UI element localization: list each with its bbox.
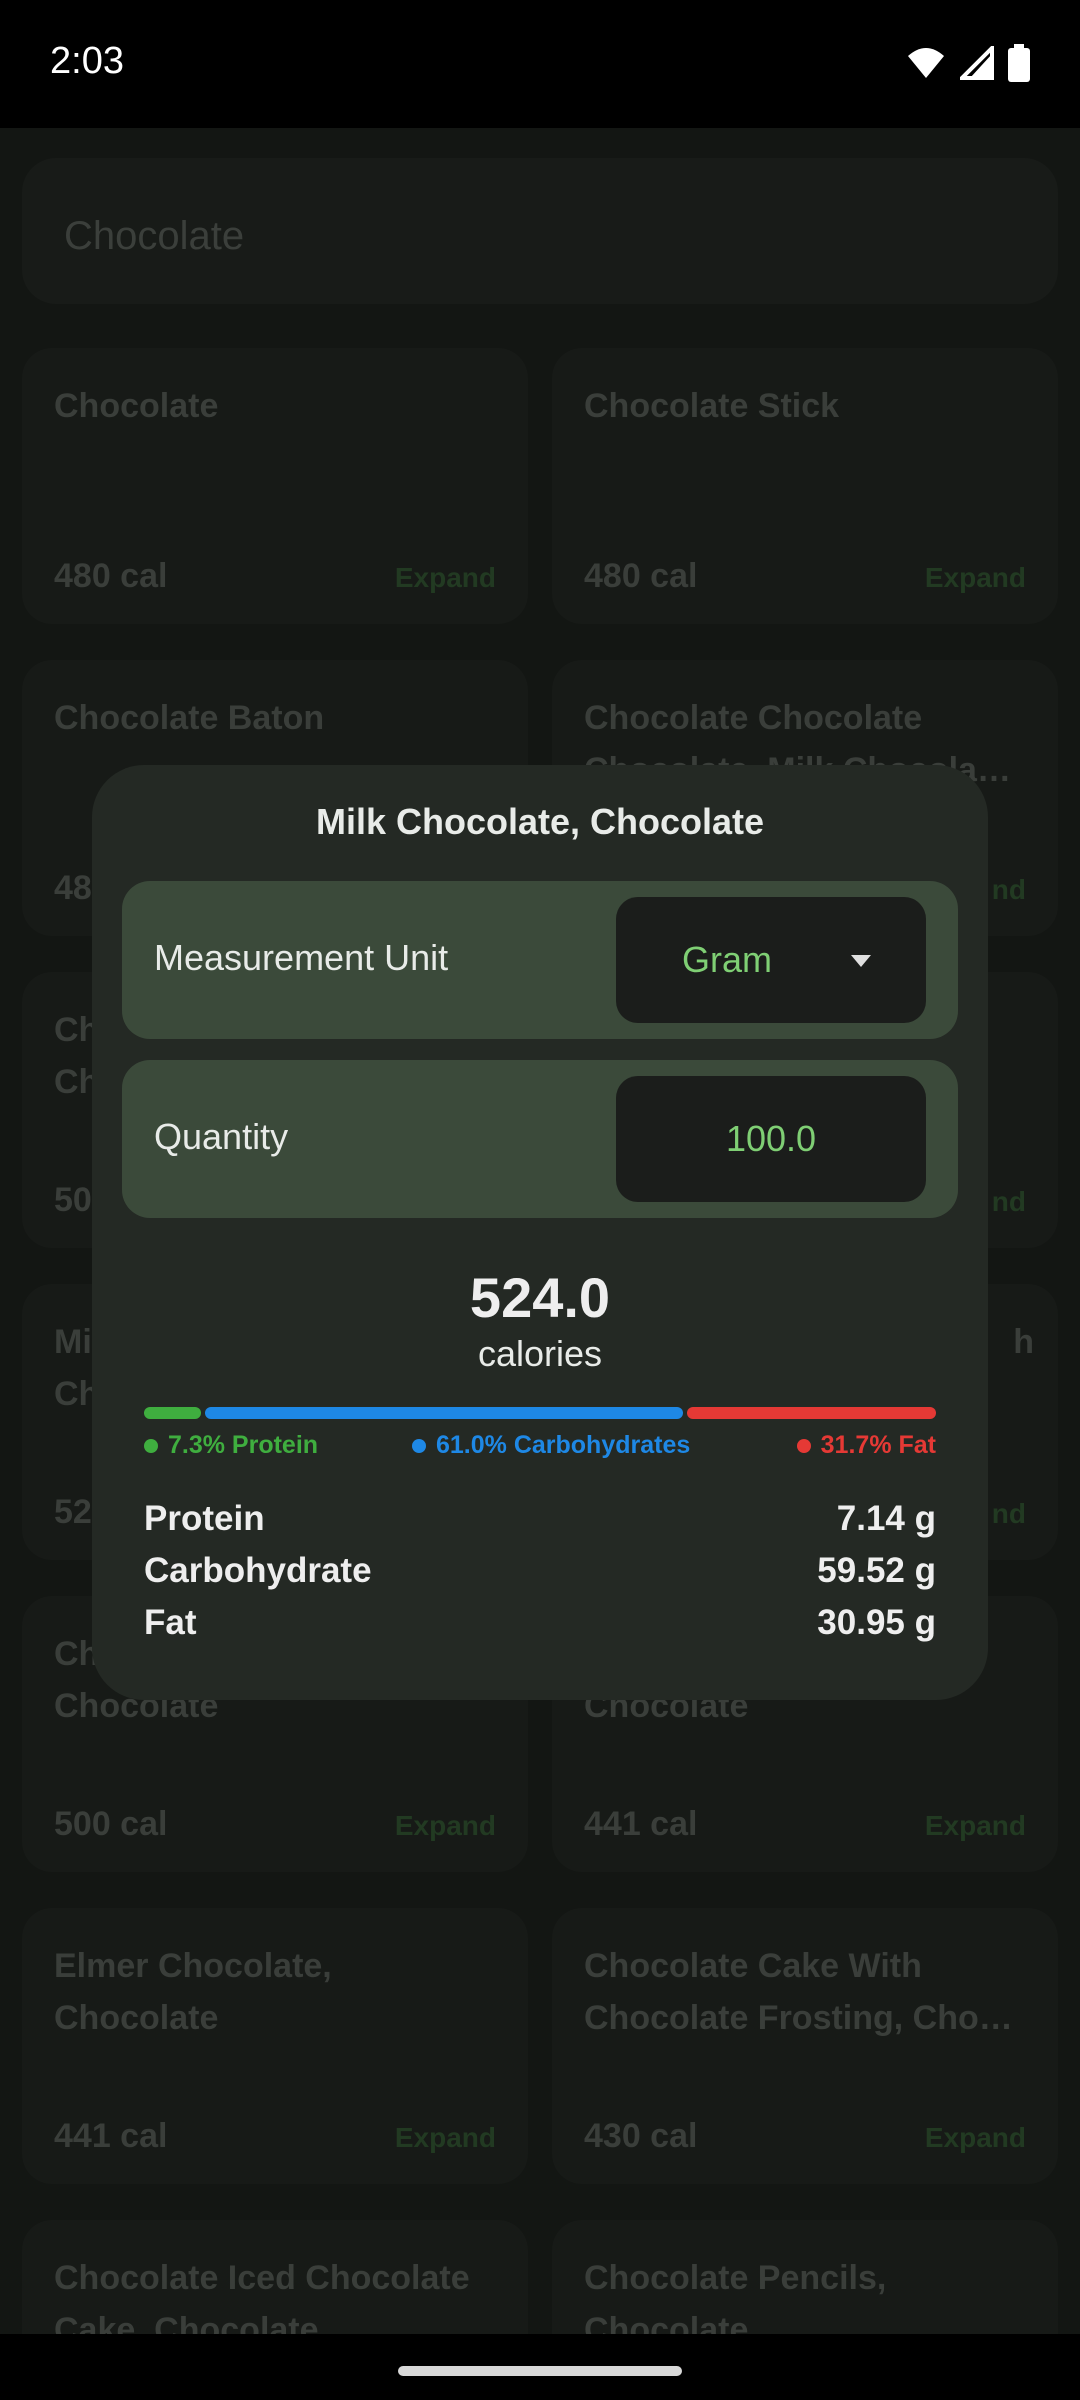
carbohydrate-dot bbox=[412, 1438, 426, 1453]
quantity-label: Quantity bbox=[154, 1116, 289, 1157]
dialog-title: Milk Chocolate, Chocolate bbox=[315, 801, 765, 842]
nutrient-value: 7.14 g bbox=[836, 1499, 936, 1538]
nutrient-value: 30.95 g bbox=[817, 1603, 936, 1642]
fat-legend: 31.7% Fat bbox=[796, 1431, 936, 1460]
nutrient-list: Protein 7.14 g Carbohydrate 59.52 g Fat … bbox=[144, 1493, 936, 1649]
food-detail-dialog: Milk Chocolate, Chocolate Measurement Un… bbox=[92, 765, 988, 1700]
protein-legend: 7.3% Protein bbox=[144, 1431, 318, 1460]
nutrient-row-protein: Protein 7.14 g bbox=[144, 1493, 936, 1545]
nutrient-row-fat: Fat 30.95 g bbox=[144, 1597, 936, 1649]
nutrient-name: Protein bbox=[144, 1499, 265, 1538]
navigation-bar bbox=[0, 2334, 1080, 2400]
measurement-unit-value: Gram bbox=[682, 939, 772, 980]
calories-value: 524.0 bbox=[469, 1266, 611, 1329]
quantity-value[interactable]: 100.0 bbox=[616, 1118, 926, 1160]
measurement-unit-dropdown[interactable]: Gram bbox=[616, 897, 926, 1023]
fat-segment bbox=[687, 1407, 936, 1419]
nutrient-name: Carbohydrate bbox=[144, 1551, 372, 1590]
calories-label: calories bbox=[477, 1333, 603, 1374]
carbohydrate-legend: 61.0% Carbohydrates bbox=[412, 1431, 690, 1460]
carbohydrate-segment bbox=[205, 1407, 684, 1419]
protein-legend-label: 7.3% Protein bbox=[168, 1431, 319, 1459]
measurement-unit-row: Measurement Unit Gram bbox=[122, 881, 958, 1039]
fat-dot bbox=[796, 1438, 811, 1453]
carbohydrate-legend-label: 61.0% Carbohydrates bbox=[436, 1431, 691, 1459]
protein-segment bbox=[144, 1407, 202, 1419]
nutrient-value: 59.52 g bbox=[817, 1551, 936, 1590]
screen: 2:03 Chocolate Chocolate 480 cal Expand bbox=[0, 0, 1080, 2400]
nutrient-name: Fat bbox=[144, 1603, 197, 1642]
macro-distribution-bar bbox=[144, 1407, 936, 1419]
protein-dot bbox=[144, 1438, 158, 1453]
nutrient-row-carbohydrate: Carbohydrate 59.52 g bbox=[144, 1545, 936, 1597]
quantity-row: Quantity 100.0 bbox=[122, 1060, 958, 1218]
home-gesture-handle[interactable] bbox=[398, 2366, 682, 2376]
dropdown-arrow-icon bbox=[851, 955, 871, 967]
quantity-input[interactable]: 100.0 bbox=[616, 1076, 926, 1202]
measurement-unit-label: Measurement Unit bbox=[154, 937, 449, 978]
fat-legend-label: 31.7% Fat bbox=[820, 1431, 936, 1459]
